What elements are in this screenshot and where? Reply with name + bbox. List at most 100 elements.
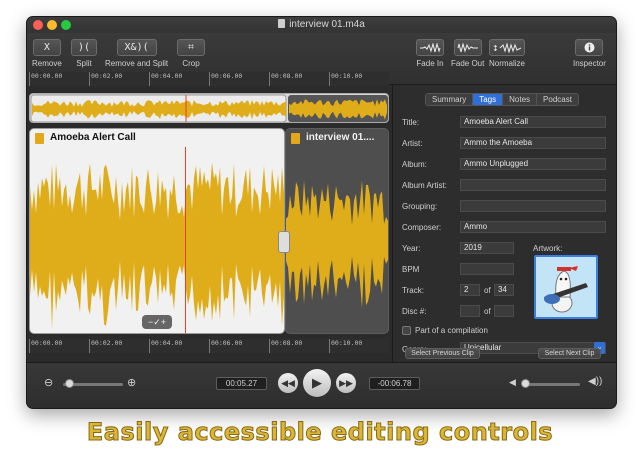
disc-total-field[interactable] [494,305,514,317]
crop-icon[interactable]: ⌗ [177,39,205,56]
overview-waveform-graphic [30,94,388,122]
normalize-icon[interactable]: ↕ [489,39,525,56]
remove-and-split-tool[interactable]: X&)( Remove and Split [105,39,168,68]
inspector-tabs: Summary Tags Notes Podcast [425,93,579,106]
playhead[interactable] [185,147,186,333]
waveform-shape [30,162,284,329]
split-icon[interactable]: )( [71,39,97,56]
split-tool[interactable]: )( Split [71,39,97,68]
current-time-display[interactable]: 00:05.27 [216,377,267,390]
album-artist-field[interactable] [460,179,606,191]
crop-label: Crop [182,59,200,68]
clip-boundary-handle[interactable] [278,231,290,253]
grouping-field[interactable] [460,200,606,212]
normalize-label: Normalize [489,59,526,68]
remove-tool[interactable]: X Remove [32,39,62,68]
volume-slider-knob[interactable] [520,379,530,388]
year-field[interactable]: 2019 [460,242,514,254]
clip-amoeba-alert-call[interactable]: Amoeba Alert Call −✓+ [29,128,285,334]
ruler-tick: 00:10.00 [329,339,362,353]
disc-number-field[interactable] [460,305,480,317]
audio-file-icon [291,133,300,144]
inspector-tool[interactable]: Inspector [573,39,606,68]
ruler-tick: 00:00.00 [29,339,62,353]
bpm-field[interactable] [460,263,514,275]
grouping-label: Grouping: [402,202,438,211]
fade-out-label: Fade Out [451,59,485,68]
title-field[interactable]: Amoeba Alert Call [460,116,606,128]
clip-interview-01[interactable]: interview 01.... [285,128,389,334]
clip-waveform [286,180,388,309]
marketing-tagline: Easily accessible editing controls [86,418,554,447]
close-window-button[interactable] [33,20,43,30]
album-label: Album: [402,160,427,169]
title-label: Title: [402,118,420,127]
minimize-window-button[interactable] [47,20,57,30]
waveform-shape [286,180,388,309]
fade-in-icon[interactable] [416,39,444,56]
zoom-in-icon[interactable]: ⊕ [127,376,136,389]
disc-of-label: of [484,307,491,316]
remove-icon[interactable]: X [32,39,61,56]
ruler-tick: 00:06.00 [209,72,242,86]
tab-notes[interactable]: Notes [503,94,538,105]
normalize-tool[interactable]: ↕ Normalize [489,39,525,68]
fade-out-tool[interactable]: Fade Out [451,39,484,68]
clip-options-button[interactable]: −✓+ [142,315,172,329]
clip-title-text: interview 01.... [306,132,375,143]
ruler-tick: 00:02.00 [89,72,122,86]
album-artist-label: Album Artist: [402,181,447,190]
remove-and-split-icon[interactable]: X&)( [116,39,157,56]
top-time-ruler: 00:00.00 00:02.00 00:04.00 00:06.00 00:0… [27,72,389,86]
ruler-tick: 00:04.00 [149,72,182,86]
volume-slider[interactable] [522,383,580,386]
select-next-clip-button[interactable]: Select Next Clip [538,348,601,359]
compilation-checkbox[interactable] [402,326,411,335]
tab-podcast[interactable]: Podcast [537,94,578,105]
zoom-out-icon[interactable]: ⊖ [44,376,53,389]
artwork-image[interactable] [534,255,598,319]
fade-in-tool[interactable]: Fade In [416,39,444,68]
inspector-label: Inspector [573,59,606,68]
fast-forward-button[interactable]: ▶▶ [336,373,356,393]
inspector-panel: Summary Tags Notes Podcast Title: Amoeba… [392,85,616,362]
ruler-tick: 00:08.00 [269,339,302,353]
document-icon [278,19,286,28]
fade-out-icon[interactable] [453,39,482,56]
tab-tags[interactable]: Tags [473,94,504,105]
audio-file-icon [35,133,44,144]
zoom-window-button[interactable] [61,20,71,30]
clip-waveform [30,162,284,329]
title-bar: interview 01.m4a [27,17,616,33]
track-number-field[interactable]: 2 [460,284,480,296]
track-of-label: of [484,286,491,295]
crop-tool[interactable]: ⌗ Crop [177,39,205,68]
compilation-label: Part of a compilation [415,326,488,335]
track-total-field[interactable]: 34 [494,284,514,296]
overview-waveform[interactable] [29,93,389,123]
select-previous-clip-button[interactable]: Select Previous Clip [405,348,480,359]
ruler-tick: 00:10.00 [329,72,362,86]
album-field[interactable]: Ammo Unplugged [460,158,606,170]
tab-summary[interactable]: Summary [426,94,474,105]
volume-high-icon: ◀)) [588,376,603,387]
split-label: Split [76,59,92,68]
remove-and-split-label: Remove and Split [105,59,169,68]
zoom-slider-knob[interactable] [65,379,74,388]
app-window: interview 01.m4a X Remove )( Split X&)( … [26,16,617,409]
clip-title: Amoeba Alert Call [30,129,284,147]
artist-label: Artist: [402,139,423,148]
artist-field[interactable]: Ammo the Amoeba [460,137,606,149]
window-title: interview 01.m4a [289,19,365,30]
rewind-button[interactable]: ◀◀ [278,373,298,393]
composer-field[interactable]: Ammo [460,221,606,233]
ruler-tick: 00:08.00 [269,72,302,86]
ruler-tick: 00:06.00 [209,339,242,353]
composer-label: Composer: [402,223,442,232]
clip-title-text: Amoeba Alert Call [50,132,136,143]
bpm-label: BPM [402,265,420,274]
remaining-time-display[interactable]: -00:06.78 [369,377,420,390]
play-button[interactable]: ▶ [303,369,331,397]
bottom-time-ruler: 00:00.00 00:02.00 00:04.00 00:06.00 00:0… [27,339,389,353]
info-icon[interactable] [575,39,604,56]
